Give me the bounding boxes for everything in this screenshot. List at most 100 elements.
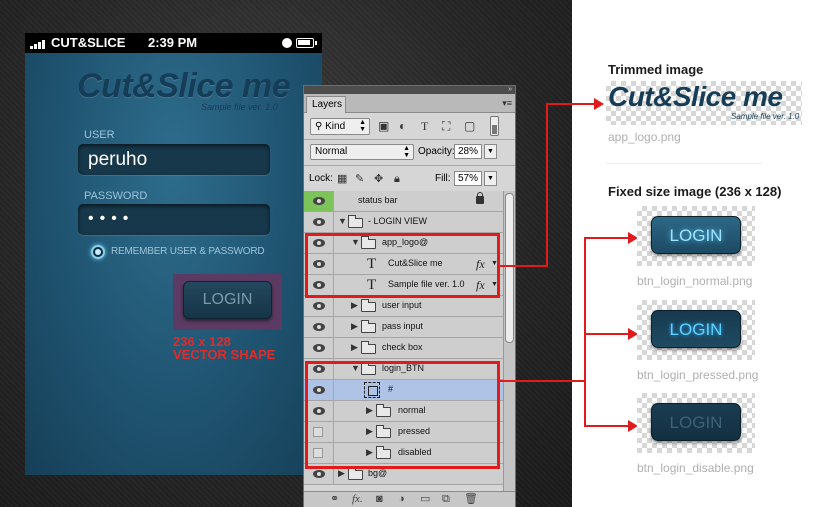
select-arrows-icon: ▲ ▼ xyxy=(359,119,366,133)
blend-mode-select[interactable]: Normal ▲ ▼ xyxy=(310,144,414,160)
fill-label: Fill: xyxy=(435,173,451,184)
shape-note: 236 x 128 VECTOR SHAPE xyxy=(173,335,275,361)
disclosure-closed-icon[interactable]: ▶ xyxy=(338,468,345,479)
connector-line xyxy=(584,237,586,427)
layer-name: status bar xyxy=(358,195,398,205)
panel-tabbar: Layers ▾≡ xyxy=(304,94,515,113)
btn-normal-preview: LOGIN xyxy=(637,206,755,266)
disclosure-closed-icon[interactable]: ▶ xyxy=(351,300,358,311)
lock-all-icon[interactable]: 🔒︎ xyxy=(394,173,400,185)
lock-position-icon[interactable]: ✥ xyxy=(374,173,383,185)
eye-icon xyxy=(313,344,325,352)
phone-screen: CUT&SLICE 2:39 PM Cut&Slice me Sample fi… xyxy=(25,33,322,475)
lock-pixels-icon[interactable]: ✎ xyxy=(355,173,364,185)
signal-icon xyxy=(30,39,48,49)
layer-style-icon[interactable]: fx. xyxy=(352,493,363,506)
disclosure-open-icon[interactable]: ▼ xyxy=(338,216,347,227)
status-time: 2:39 PM xyxy=(148,35,198,50)
folder-icon xyxy=(361,341,376,354)
layer-row[interactable]: status bar xyxy=(304,191,503,212)
login-shape-area: LOGIN xyxy=(173,274,282,330)
app-logo: Cut&Slice me xyxy=(77,67,291,105)
visibility-cell[interactable] xyxy=(304,191,334,211)
smart-object-filter-icon[interactable]: ▢ xyxy=(464,119,475,133)
connector-line xyxy=(584,425,630,427)
connector-line xyxy=(500,265,548,267)
login-pressed-image: LOGIN xyxy=(651,310,741,348)
shape-note-type: VECTOR SHAPE xyxy=(173,347,276,362)
new-group-icon[interactable]: ▭ xyxy=(420,493,430,506)
adjustment-layer-icon[interactable]: ◑ xyxy=(398,493,405,506)
visibility-cell[interactable] xyxy=(304,338,334,358)
adjustment-filter-icon[interactable]: ◐ xyxy=(399,119,406,133)
user-input[interactable]: peruho xyxy=(78,144,270,175)
folder-icon xyxy=(348,467,363,480)
tab-layers[interactable]: Layers xyxy=(306,96,346,113)
eye-icon xyxy=(313,470,325,478)
battery-icon xyxy=(296,38,317,48)
pixel-filter-icon[interactable]: ▣ xyxy=(378,119,389,133)
connector-line xyxy=(546,103,548,267)
folder-icon xyxy=(348,215,363,228)
remember-radio[interactable] xyxy=(91,245,105,259)
disclosure-closed-icon[interactable]: ▶ xyxy=(351,321,358,332)
user-label: USER xyxy=(84,129,115,141)
layer-row[interactable]: ▶ pass input xyxy=(304,317,503,338)
new-layer-icon[interactable]: ⧉ xyxy=(442,493,450,506)
status-bar: CUT&SLICE 2:39 PM xyxy=(25,33,322,53)
trimmed-image-preview: Cut&Slice me Sample file ver. 1.0 xyxy=(606,81,802,125)
login-button[interactable]: LOGIN xyxy=(183,281,272,319)
app-logo-subtitle: Sample file ver. 1.0 xyxy=(201,102,278,112)
connector-line xyxy=(584,333,630,335)
layer-row[interactable]: ▶ user input xyxy=(304,296,503,317)
visibility-cell[interactable] xyxy=(304,212,334,232)
layer-name: bg@ xyxy=(368,468,388,478)
layer-name: check box xyxy=(382,342,423,352)
visibility-cell[interactable] xyxy=(304,296,334,316)
link-layers-icon[interactable]: ⚭ xyxy=(330,493,339,506)
login-disabled-image: LOGIN xyxy=(651,403,741,441)
remember-label[interactable]: REMEMBER USER & PASSWORD xyxy=(111,246,265,257)
password-input[interactable]: •••• xyxy=(78,204,270,235)
panel-menu-icon[interactable]: ▾≡ xyxy=(502,98,512,109)
panel-titlebar: » xyxy=(304,86,515,94)
layer-row[interactable]: ▶ check box xyxy=(304,338,503,359)
layers-scrollbar[interactable] xyxy=(503,191,515,491)
btn-disabled-filename: btn_login_disable.png xyxy=(637,461,754,475)
trimmed-title: Trimmed image xyxy=(608,62,704,77)
filter-toggle[interactable] xyxy=(490,116,499,136)
btn-pressed-filename: btn_login_pressed.png xyxy=(637,368,759,382)
type-filter-icon[interactable]: T xyxy=(421,119,428,133)
layer-name: pass input xyxy=(382,321,424,331)
fill-dropdown[interactable]: ▼ xyxy=(484,171,497,186)
fill-field[interactable]: 57% xyxy=(454,171,482,186)
layer-name: user input xyxy=(382,300,422,310)
opacity-dropdown[interactable]: ▼ xyxy=(484,144,497,159)
login-normal-image: LOGIN xyxy=(651,216,741,254)
disclosure-closed-icon[interactable]: ▶ xyxy=(351,342,358,353)
opacity-field[interactable]: 28% xyxy=(454,144,482,159)
arrow-head-icon xyxy=(594,98,604,110)
search-icon: ⚲ xyxy=(315,121,326,132)
delete-layer-icon[interactable]: 🗑︎ xyxy=(464,493,478,506)
btn-normal-filename: btn_login_normal.png xyxy=(637,274,753,288)
trimmed-filename: app_logo.png xyxy=(608,130,681,144)
scroll-thumb[interactable] xyxy=(505,193,514,343)
highlight-app-logo-group xyxy=(305,233,500,298)
trimmed-logo-subtitle: Sample file ver. 1.0 xyxy=(731,112,800,121)
filter-kind-select[interactable]: ⚲ Kind ▲ ▼ xyxy=(310,118,370,135)
folder-icon xyxy=(361,299,376,312)
eye-icon xyxy=(313,302,325,310)
layer-row[interactable]: ▼ - LOGIN VIEW xyxy=(304,212,503,233)
connector-line xyxy=(546,103,596,105)
password-label: PASSWORD xyxy=(84,190,148,202)
add-mask-icon[interactable]: ◙ xyxy=(376,493,383,506)
btn-disabled-preview: LOGIN xyxy=(637,393,755,453)
visibility-cell[interactable] xyxy=(304,317,334,337)
eye-icon xyxy=(313,218,325,226)
fixed-size-title: Fixed size image (236 x 128) xyxy=(608,184,782,199)
shape-filter-icon[interactable]: ⛶ xyxy=(442,119,450,133)
lock-icon xyxy=(476,192,484,204)
lock-transparency-icon[interactable]: ▦ xyxy=(337,173,347,185)
connector-line xyxy=(584,237,630,239)
